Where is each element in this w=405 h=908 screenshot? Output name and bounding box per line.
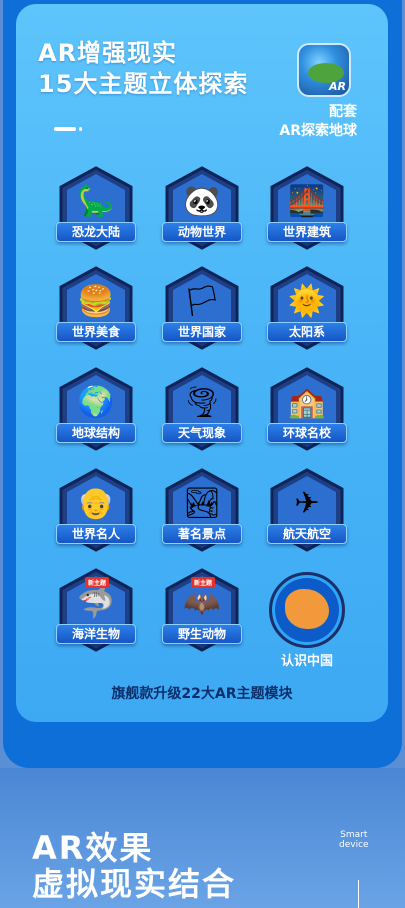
section-title-line2: 虚拟现实结合 [32, 865, 237, 903]
section-title-line1: AR效果 [32, 829, 154, 867]
school-icon: 🏫 [288, 385, 326, 420]
theme-tile[interactable]: 🌪 天气现象 [162, 367, 242, 451]
shark-icon: 🦈 [77, 586, 115, 621]
bat-icon: 🦇 [183, 586, 221, 621]
sun-icon: 🌞 [288, 284, 326, 319]
china-theme-label: 认识中国 [280, 654, 333, 669]
theme-label: 地球结构 [56, 423, 136, 443]
china-map-icon[interactable] [269, 572, 345, 648]
theme-label: 世界建筑 [267, 222, 347, 242]
dinosaur-icon: 🦕 [77, 184, 115, 219]
smart-line1: Smart [340, 830, 368, 840]
landscape-icon: 🏞 [182, 486, 222, 521]
theme-tile[interactable]: 🦇 野生动物 新主题 [162, 568, 242, 652]
new-theme-badge: 新主题 [85, 577, 110, 588]
einstein-icon: 👴 [77, 486, 115, 521]
theme-label: 世界国家 [162, 322, 242, 342]
theme-tile[interactable]: 🌉 世界建筑 [267, 166, 347, 250]
theme-tile[interactable]: 🏳 世界国家 [162, 266, 242, 350]
divider-dot [79, 127, 82, 131]
theme-tile[interactable]: 🏫 环球名校 [267, 367, 347, 451]
theme-label: 天气现象 [162, 423, 242, 443]
theme-label: 环球名校 [267, 423, 347, 443]
flags-icon: 🏳 [182, 284, 222, 319]
airplane-icon: ✈ [294, 486, 320, 521]
theme-label: 世界美食 [56, 322, 136, 342]
theme-tile[interactable]: 🦕 恐龙大陆 [56, 166, 136, 250]
food-icon: 🍔 [77, 284, 115, 319]
panda-icon: 🐼 [183, 184, 221, 219]
smart-line2: device [339, 840, 369, 850]
headline-line1: AR增强现实 [38, 39, 178, 67]
divider-dash [54, 127, 76, 131]
earth-layers-icon: 🌍 [77, 385, 115, 420]
new-theme-badge: 新主题 [191, 577, 216, 588]
theme-label: 世界名人 [56, 524, 136, 544]
smart-device-label: Smart device [339, 830, 369, 850]
china-map-shape [285, 589, 329, 629]
upgrade-caption: 旗舰款升级22大AR主题模块 [111, 686, 293, 702]
theme-label: 恐龙大陆 [56, 222, 136, 242]
theme-label: 太阳系 [267, 322, 347, 342]
ar-earth-app-icon[interactable]: AR [297, 43, 351, 97]
companion-line2: AR探索地球 [279, 123, 357, 139]
theme-label: 动物世界 [162, 222, 242, 242]
theme-tile[interactable]: 👴 世界名人 [56, 468, 136, 552]
theme-label: 海洋生物 [56, 624, 136, 644]
theme-tile[interactable]: 🦈 海洋生物 新主题 [56, 568, 136, 652]
headline-line2: 15大主题立体探索 [38, 70, 249, 98]
theme-tile[interactable]: 🏞 著名景点 [162, 468, 242, 552]
theme-label: 著名景点 [162, 524, 242, 544]
app-icon-ar-text: AR [329, 80, 346, 93]
theme-tile[interactable]: ✈ 航天航空 [267, 468, 347, 552]
theme-tile[interactable]: 🍔 世界美食 [56, 266, 136, 350]
headline: AR增强现实 15大主题立体探索 [38, 38, 248, 100]
bridge-icon: 🌉 [288, 184, 326, 219]
companion-app-text: 配套 AR探索地球 [279, 103, 357, 141]
section-title: AR效果 虚拟现实结合 [32, 830, 236, 902]
theme-tile[interactable]: 🌞 太阳系 [267, 266, 347, 350]
theme-tile[interactable]: 🐼 动物世界 [162, 166, 242, 250]
companion-line1: 配套 [329, 104, 357, 120]
theme-label: 航天航空 [267, 524, 347, 544]
theme-tile[interactable]: 🌍 地球结构 [56, 367, 136, 451]
tornado-icon: 🌪 [182, 385, 222, 420]
vertical-divider [358, 880, 359, 908]
theme-label: 野生动物 [162, 624, 242, 644]
